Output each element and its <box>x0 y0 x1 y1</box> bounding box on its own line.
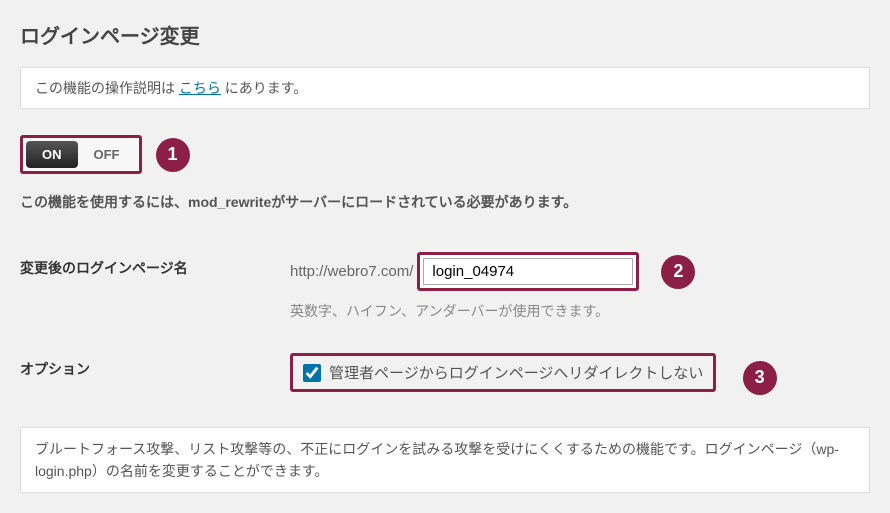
option-field: 管理者ページからログインページへリダイレクトしない 3 <box>290 353 870 395</box>
marker-3: 3 <box>743 361 777 395</box>
login-page-row: 変更後のログインページ名 http://webro7.com/ 2 英数字、ハイ… <box>20 252 870 321</box>
option-checkbox[interactable] <box>303 364 321 382</box>
page-title: ログインページ変更 <box>20 20 870 49</box>
notice-suffix: にあります。 <box>221 80 308 96</box>
url-prefix: http://webro7.com/ <box>290 263 413 280</box>
marker-2: 2 <box>661 255 695 289</box>
login-page-input-wrap <box>417 252 639 291</box>
toggle-group: ON OFF <box>20 135 142 174</box>
login-page-hint: 英数字、ハイフン、アンダーバーが使用できます。 <box>290 301 870 321</box>
option-label: オプション <box>20 353 290 379</box>
login-page-field: http://webro7.com/ 2 英数字、ハイフン、アンダーバーが使用で… <box>290 252 870 321</box>
description-box: ブルートフォース攻撃、リスト攻撃等の、不正にログインを試みる攻撃を受けにくくする… <box>20 427 870 494</box>
notice-box: この機能の操作説明は こちら にあります。 <box>20 67 870 109</box>
option-row: オプション 管理者ページからログインページへリダイレクトしない 3 <box>20 353 870 395</box>
marker-1: 1 <box>156 138 190 172</box>
toggle-on-button[interactable]: ON <box>26 141 78 168</box>
notice-prefix: この機能の操作説明は <box>35 80 179 96</box>
login-page-label: 変更後のログインページ名 <box>20 252 290 278</box>
toggle-row: ON OFF 1 <box>20 135 870 174</box>
mod-rewrite-note: この機能を使用するには、mod_rewriteがサーバーにロードされている必要が… <box>20 192 870 212</box>
option-checkbox-wrap: 管理者ページからログインページへリダイレクトしない <box>290 353 716 392</box>
option-checkbox-label[interactable]: 管理者ページからログインページへリダイレクトしない <box>329 362 703 383</box>
toggle-off-button[interactable]: OFF <box>78 141 136 168</box>
login-page-input[interactable] <box>423 258 633 285</box>
notice-link[interactable]: こちら <box>179 80 221 96</box>
